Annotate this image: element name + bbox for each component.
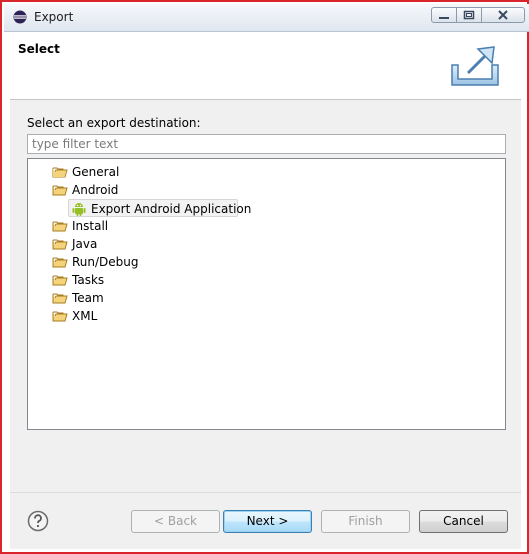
folder-icon bbox=[52, 167, 68, 178]
tree-item-label: Tasks bbox=[72, 273, 105, 287]
export-dialog: Export Select Select an export destinati… bbox=[0, 0, 529, 554]
close-icon bbox=[498, 10, 508, 20]
tree-item-label: General bbox=[72, 165, 120, 179]
folder-open-icon bbox=[52, 185, 68, 196]
folder-icon bbox=[52, 239, 68, 250]
minimize-icon bbox=[439, 17, 449, 19]
folder-icon bbox=[52, 221, 68, 232]
cancel-button[interactable]: Cancel bbox=[419, 510, 508, 533]
finish-button[interactable]: Finish bbox=[321, 510, 410, 533]
wizard-footer: < Back Next > Finish Cancel bbox=[10, 492, 521, 549]
back-button[interactable]: < Back bbox=[131, 510, 220, 533]
close-button[interactable] bbox=[481, 7, 525, 23]
window-title: Export bbox=[34, 10, 74, 24]
page-title: Select bbox=[18, 42, 60, 56]
tree-item-export-android-application[interactable]: Export Android Application bbox=[68, 199, 251, 217]
help-icon[interactable] bbox=[27, 510, 49, 532]
tree-item-label: Android bbox=[72, 183, 119, 197]
export-wizard-icon bbox=[451, 46, 499, 86]
android-icon bbox=[72, 203, 86, 216]
filter-input[interactable] bbox=[27, 134, 506, 154]
folder-icon bbox=[52, 275, 68, 286]
maximize-button[interactable] bbox=[456, 7, 482, 23]
tree-item-label: Java bbox=[72, 237, 98, 251]
next-button[interactable]: Next > bbox=[223, 510, 312, 533]
tree-item-label: Run/Debug bbox=[72, 255, 139, 269]
eclipse-icon bbox=[13, 10, 27, 24]
folder-icon bbox=[52, 311, 68, 322]
wizard-header: Select bbox=[10, 33, 521, 100]
restore-icon bbox=[463, 10, 475, 20]
minimize-button[interactable] bbox=[431, 7, 457, 23]
tree-item-label: Install bbox=[72, 219, 109, 233]
wizard-body: Select an export destination: General An… bbox=[10, 100, 521, 492]
title-bar[interactable]: Export bbox=[4, 4, 529, 32]
folder-icon bbox=[52, 257, 68, 268]
folder-icon bbox=[52, 293, 68, 304]
export-destination-tree[interactable]: General Android Export Android Applicati… bbox=[27, 158, 506, 430]
tree-item-label: Team bbox=[72, 291, 104, 305]
tree-item-label: XML bbox=[72, 309, 98, 323]
tree-item-label: Export Android Application bbox=[91, 202, 252, 216]
export-destination-label: Select an export destination: bbox=[27, 116, 201, 130]
